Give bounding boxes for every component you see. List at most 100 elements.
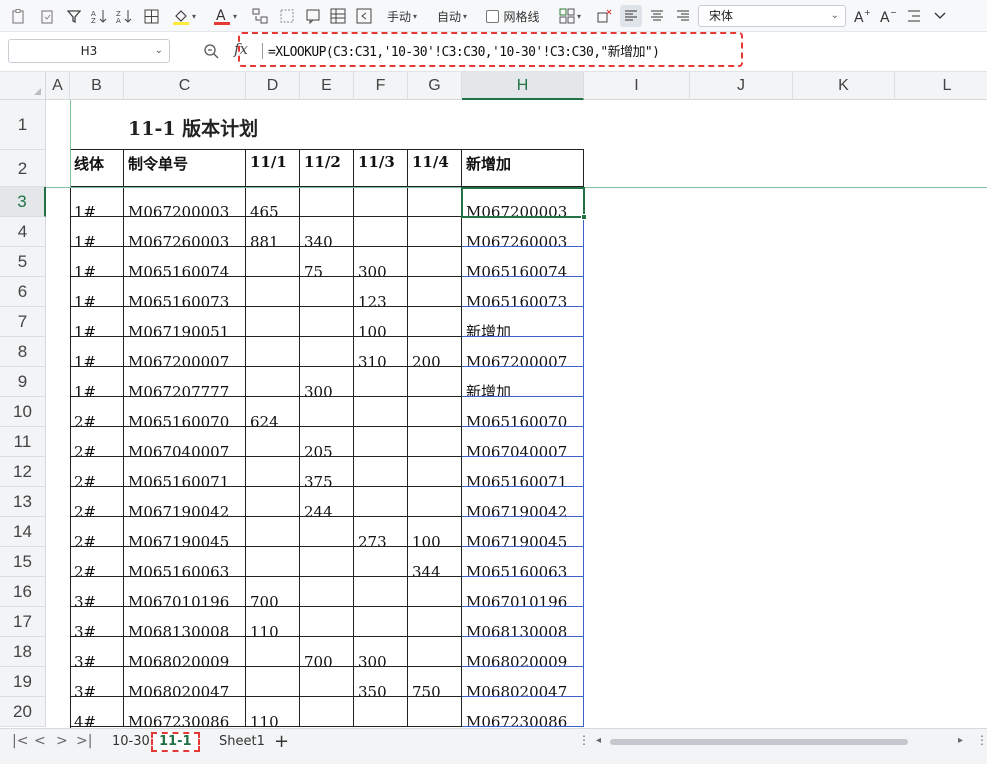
row-header-1[interactable]: 1 (0, 100, 46, 150)
table-cell[interactable] (354, 217, 408, 247)
table-cell[interactable] (354, 187, 408, 217)
column-header-j[interactable]: J (690, 72, 793, 100)
row-header-20[interactable]: 20 (0, 697, 46, 727)
table-cell[interactable] (246, 307, 300, 337)
table-cell[interactable] (408, 427, 462, 457)
select-all-corner[interactable] (0, 72, 46, 100)
table-cell[interactable]: 110 (246, 697, 300, 727)
filter-icon[interactable] (64, 5, 84, 27)
conditional-format-button[interactable]: ▾ (555, 5, 585, 27)
table-cell[interactable]: 624 (246, 397, 300, 427)
table-cell[interactable]: 1# (70, 367, 124, 397)
table-cell[interactable] (354, 697, 408, 727)
table-cell[interactable]: 123 (354, 277, 408, 307)
table-cell[interactable] (408, 487, 462, 517)
last-sheet-icon[interactable]: >| (76, 733, 92, 749)
align-right-button[interactable] (673, 5, 693, 27)
table-cell[interactable] (246, 457, 300, 487)
table-cell[interactable]: M067260003 (462, 217, 584, 247)
row-header-19[interactable]: 19 (0, 667, 46, 697)
row-header-14[interactable]: 14 (0, 517, 46, 547)
row-header-8[interactable]: 8 (0, 337, 46, 367)
table-cell[interactable] (408, 577, 462, 607)
table-cell[interactable]: 2# (70, 487, 124, 517)
row-header-3[interactable]: 3 (0, 187, 46, 217)
more-icon[interactable]: ⋮ (976, 733, 987, 747)
table-cell[interactable]: 3# (70, 577, 124, 607)
table-cell[interactable]: 100 (354, 307, 408, 337)
cell-format-icon[interactable] (250, 5, 270, 27)
table-cell[interactable] (300, 397, 354, 427)
row-header-16[interactable]: 16 (0, 577, 46, 607)
sheet-title[interactable]: 11-1 版本计划 (128, 114, 258, 141)
table-header-cell[interactable]: 11/1 (246, 150, 300, 187)
table-cell[interactable]: 2# (70, 517, 124, 547)
indent-icon[interactable] (904, 5, 924, 27)
table-cell[interactable]: 3# (70, 637, 124, 667)
row-header-7[interactable]: 7 (0, 307, 46, 337)
more-options-icon[interactable] (930, 5, 950, 27)
format-painter-icon[interactable] (277, 5, 297, 27)
table-cell[interactable]: M067200003 (124, 187, 246, 217)
add-sheet-icon[interactable]: + (274, 731, 289, 752)
table-cell[interactable]: M065160063 (462, 547, 584, 577)
table-cell[interactable]: 75 (300, 247, 354, 277)
table-cell[interactable] (408, 247, 462, 277)
table-cell[interactable] (300, 607, 354, 637)
table-cell[interactable] (300, 697, 354, 727)
table-cell[interactable] (354, 487, 408, 517)
row-header-4[interactable]: 4 (0, 217, 46, 247)
column-header-d[interactable]: D (246, 72, 300, 100)
table-cell[interactable]: 881 (246, 217, 300, 247)
row-header-10[interactable]: 10 (0, 397, 46, 427)
table-header-cell[interactable]: 11/3 (354, 150, 408, 187)
table-cell[interactable]: 465 (246, 187, 300, 217)
table-cell[interactable]: M067040007 (124, 427, 246, 457)
decrease-font-size-icon[interactable]: A − (877, 5, 899, 27)
table-cell[interactable]: M068020009 (462, 637, 584, 667)
table-cell[interactable] (354, 427, 408, 457)
table-cell[interactable] (408, 187, 462, 217)
table-cell[interactable] (300, 547, 354, 577)
table-cell[interactable] (300, 187, 354, 217)
table-cell[interactable]: 3# (70, 667, 124, 697)
table-cell[interactable]: 3# (70, 607, 124, 637)
table-cell[interactable]: 新增加 (462, 307, 584, 337)
table-cell[interactable]: M067010196 (462, 577, 584, 607)
table-cell[interactable]: M067190045 (462, 517, 584, 547)
table-cell[interactable]: 750 (408, 667, 462, 697)
table-cell[interactable] (300, 277, 354, 307)
table-cell[interactable]: M067040007 (462, 427, 584, 457)
table-cell[interactable]: 2# (70, 427, 124, 457)
spreadsheet-grid[interactable]: ABCDEFGHIJKL 1 2 3 4 5 6 7 8 9 10 11 12 13 14 15 16 17 18… (0, 72, 987, 728)
column-header-c[interactable]: C (124, 72, 246, 100)
row-header-2[interactable]: 2 (0, 150, 46, 187)
table-cell[interactable] (408, 367, 462, 397)
table-header-cell[interactable]: 制令单号 (124, 150, 246, 187)
sheet-tab-11-1[interactable]: 11-1 (151, 732, 200, 752)
scroll-right-icon[interactable]: ▸ (958, 735, 963, 746)
table-cell[interactable]: 110 (246, 607, 300, 637)
fill-color-button[interactable]: ▾ (168, 5, 200, 27)
zoom-icon[interactable] (203, 43, 219, 63)
table-cell[interactable]: 205 (300, 427, 354, 457)
table-cell[interactable]: M068020047 (462, 667, 584, 697)
increase-font-size-icon[interactable]: A + (851, 5, 873, 27)
table-cell[interactable]: 310 (354, 337, 408, 367)
table-cell[interactable]: M065160070 (462, 397, 584, 427)
clear-format-icon[interactable] (595, 5, 615, 27)
table-cell[interactable]: 2# (70, 547, 124, 577)
column-header-b[interactable]: B (70, 72, 124, 100)
sheet-tab-10-30[interactable]: 10-30 (106, 732, 156, 752)
paste-special-icon[interactable] (37, 5, 57, 27)
table-cell[interactable]: 244 (300, 487, 354, 517)
table-cell[interactable]: 2# (70, 457, 124, 487)
table-cell[interactable]: 300 (354, 637, 408, 667)
table-cell[interactable] (354, 367, 408, 397)
table-cell[interactable] (246, 247, 300, 277)
table-cell[interactable]: M065160071 (462, 457, 584, 487)
table-cell[interactable]: M067207777 (124, 367, 246, 397)
table-cell[interactable]: M065160063 (124, 547, 246, 577)
table-cell[interactable] (354, 577, 408, 607)
tab-scroll-handle-icon[interactable]: ⋮ (578, 733, 590, 747)
